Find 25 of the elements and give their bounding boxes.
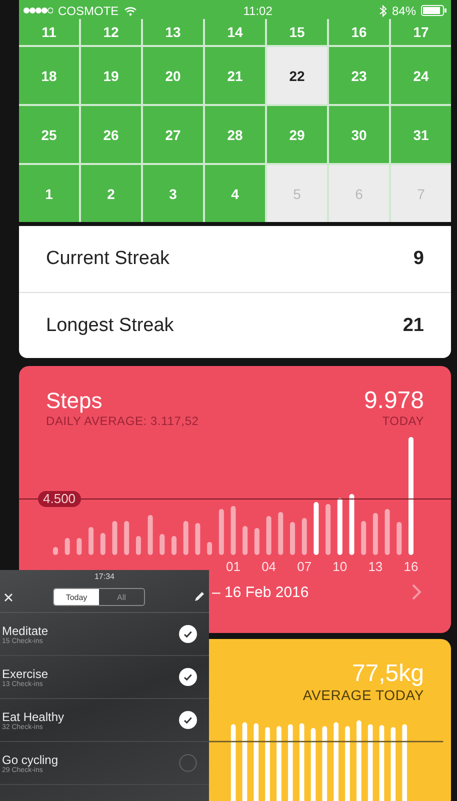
habit-name: Exercise [2,666,48,680]
card-title: Steps [46,388,102,414]
steps-value: 9.978 [364,388,424,414]
value-caption: TODAY [382,414,424,428]
value-caption: AVERAGE TODAY [302,687,424,703]
habit-name: Eat Healthy [2,710,64,724]
clock-time: 11:02 [243,4,272,18]
axis-label: 01 [226,559,240,574]
carrier-name: COSMOTE [58,4,119,18]
clock-time: 17:34 [94,572,115,580]
axis-label: 13 [368,559,383,574]
weight-value: 77,5kg [352,661,424,687]
axis-label: 16 [404,559,418,574]
battery-percent: 84% [392,4,416,18]
axis-label: 10 [332,559,348,574]
date-range: – 16 Feb 2016 [212,584,309,600]
goal-badge: 4.500 [38,491,81,507]
axis-label: 04 [262,559,276,574]
habit-name: Go cycling [2,752,58,766]
streak-label: Current Streak [46,248,170,270]
axis-label: 07 [297,559,312,574]
streak-value: 21 [402,314,424,336]
daily-average: DAILY AVERAGE: 3.117,52 [46,414,199,428]
streak-value: 9 [413,248,424,270]
streak-label: Longest Streak [46,314,174,336]
